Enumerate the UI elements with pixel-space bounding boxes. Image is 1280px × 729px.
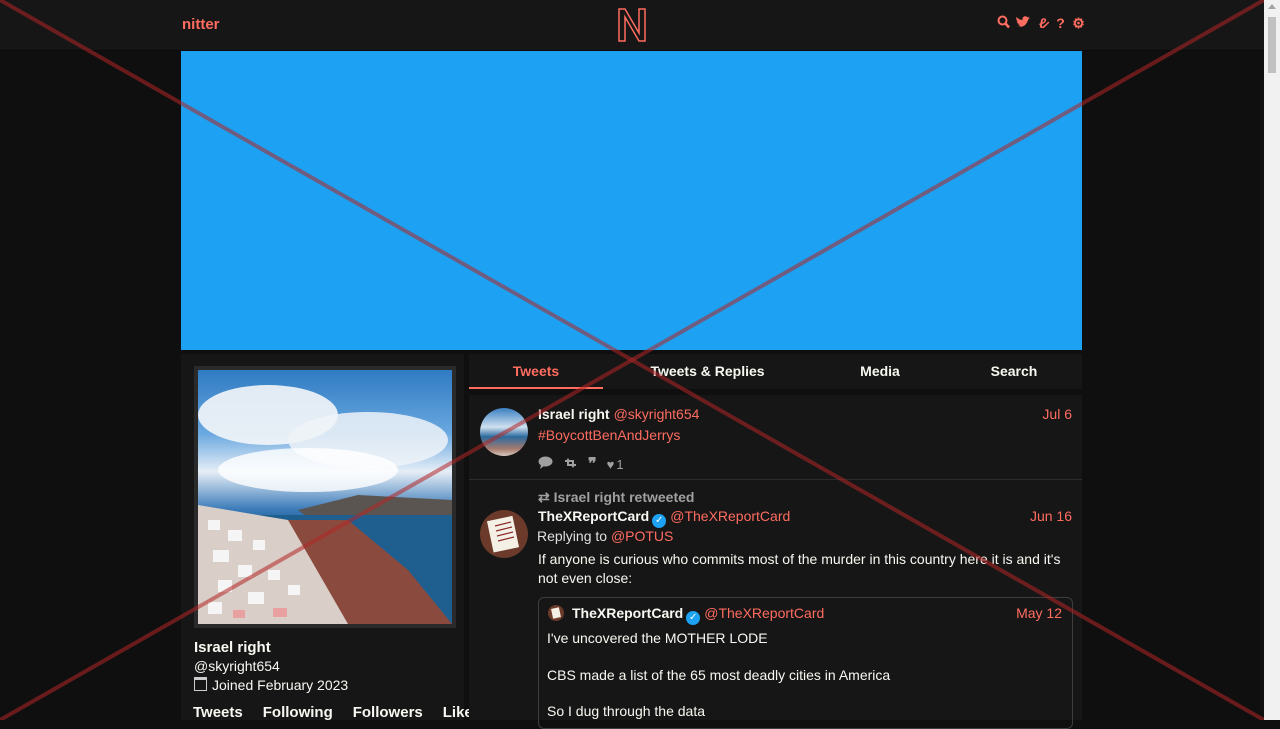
twitter-icon[interactable] <box>1015 15 1031 32</box>
retweet-icon[interactable] <box>563 457 578 472</box>
quote-icon[interactable]: ❞ <box>588 454 597 474</box>
tweet-author-handle[interactable]: @TheXReportCard <box>670 508 790 524</box>
verified-icon: ✓ <box>652 514 667 528</box>
navbar: nitter ℓ̷ ? ⚙ <box>0 0 1264 51</box>
replying-prefix: Replying to <box>537 528 608 544</box>
quote-avatar[interactable] <box>548 605 564 621</box>
page-scrollbar[interactable] <box>1264 0 1280 720</box>
tweet-date[interactable]: Jun 16 <box>1030 508 1072 524</box>
calendar-icon <box>194 677 207 691</box>
help-icon[interactable]: ? <box>1054 15 1067 32</box>
profile-avatar[interactable] <box>194 366 456 628</box>
tweet-author-name[interactable]: Israel right <box>538 406 610 422</box>
profile-name: Israel right <box>194 639 271 656</box>
tweet-text: If anyone is curious who commits most of… <box>538 550 1073 588</box>
retweet-label[interactable]: Israel right retweeted <box>554 489 695 505</box>
tweet-hashtag[interactable]: #BoycottBenAndJerrys <box>538 427 680 443</box>
retweet-header: ⇄ Israel right retweeted <box>538 489 694 506</box>
replying-to: Replying to @POTUS <box>537 528 673 544</box>
stat-followers[interactable]: Followers <box>353 704 423 721</box>
quote-header: TheXReportCard ✓ @TheXReportCard <box>572 605 824 625</box>
tweet-text-line: If anyone is curious who commits most of… <box>538 551 1061 567</box>
settings-icon[interactable]: ⚙ <box>1072 15 1085 32</box>
tweet-avatar[interactable] <box>480 510 528 558</box>
tab-media[interactable]: Media <box>840 354 920 389</box>
tweet-date[interactable]: Jul 6 <box>1042 406 1072 422</box>
scrollbar-thumb[interactable] <box>1268 17 1276 73</box>
tweet-avatar[interactable] <box>480 408 528 456</box>
quote-text-line: So I dug through the data <box>547 703 706 719</box>
reply-icon[interactable] <box>538 456 553 472</box>
tweet-header: Israel right @skyright654 <box>538 406 699 422</box>
tab-tweets-replies[interactable]: Tweets & Replies <box>635 354 780 389</box>
stat-following[interactable]: Following <box>263 704 333 721</box>
profile-joined-text: Joined February 2023 <box>212 677 349 693</box>
quote-date[interactable]: May 12 <box>1016 605 1062 621</box>
tab-tweets[interactable]: Tweets <box>469 354 603 389</box>
timeline-tabs: Tweets Tweets & Replies Media Search <box>469 354 1082 389</box>
quote-author-name[interactable]: TheXReportCard <box>572 605 683 621</box>
retweet-small-icon: ⇄ <box>538 489 550 505</box>
like-icon[interactable]: ♥ <box>607 457 615 472</box>
profile-banner[interactable] <box>181 51 1082 350</box>
rss-icon[interactable]: ℓ̷ <box>1036 15 1049 32</box>
quote-author-handle[interactable]: @TheXReportCard <box>704 605 824 621</box>
tab-search[interactable]: Search <box>974 354 1054 389</box>
tweet-header: TheXReportCard ✓ @TheXReportCard <box>538 508 790 528</box>
verified-icon: ✓ <box>686 611 701 625</box>
quoted-tweet[interactable]: TheXReportCard ✓ @TheXReportCard May 12 I'… <box>538 597 1073 729</box>
stat-tweets[interactable]: Tweets <box>193 704 243 721</box>
brand-link[interactable]: nitter <box>182 16 220 33</box>
profile-handle: @skyright654 <box>194 658 280 674</box>
nitter-logo-icon[interactable] <box>616 7 648 43</box>
quote-text-line: CBS made a list of the 65 most deadly ci… <box>547 667 891 683</box>
tweet-item[interactable]: Israel right @skyright654 Jul 6 #BoycottB… <box>469 395 1082 480</box>
replying-to-handle[interactable]: @POTUS <box>611 528 673 544</box>
quote-text-line: I've uncovered the MOTHER LODE <box>547 630 768 646</box>
profile-stats: Tweets Following Followers Likes <box>193 704 501 721</box>
like-count: 1 <box>616 456 624 472</box>
scroll-up-arrow-icon[interactable] <box>1268 4 1276 9</box>
tweet-stats: ❞ ♥ 1 <box>538 454 624 474</box>
nav-icons: ℓ̷ ? ⚙ <box>997 15 1085 32</box>
search-icon[interactable] <box>997 15 1010 32</box>
tweet-author-handle[interactable]: @skyright654 <box>614 406 700 422</box>
tweet-text-line: not even close: <box>538 570 633 586</box>
profile-joined: Joined February 2023 <box>194 677 348 693</box>
tweet-author-name[interactable]: TheXReportCard <box>538 508 649 524</box>
